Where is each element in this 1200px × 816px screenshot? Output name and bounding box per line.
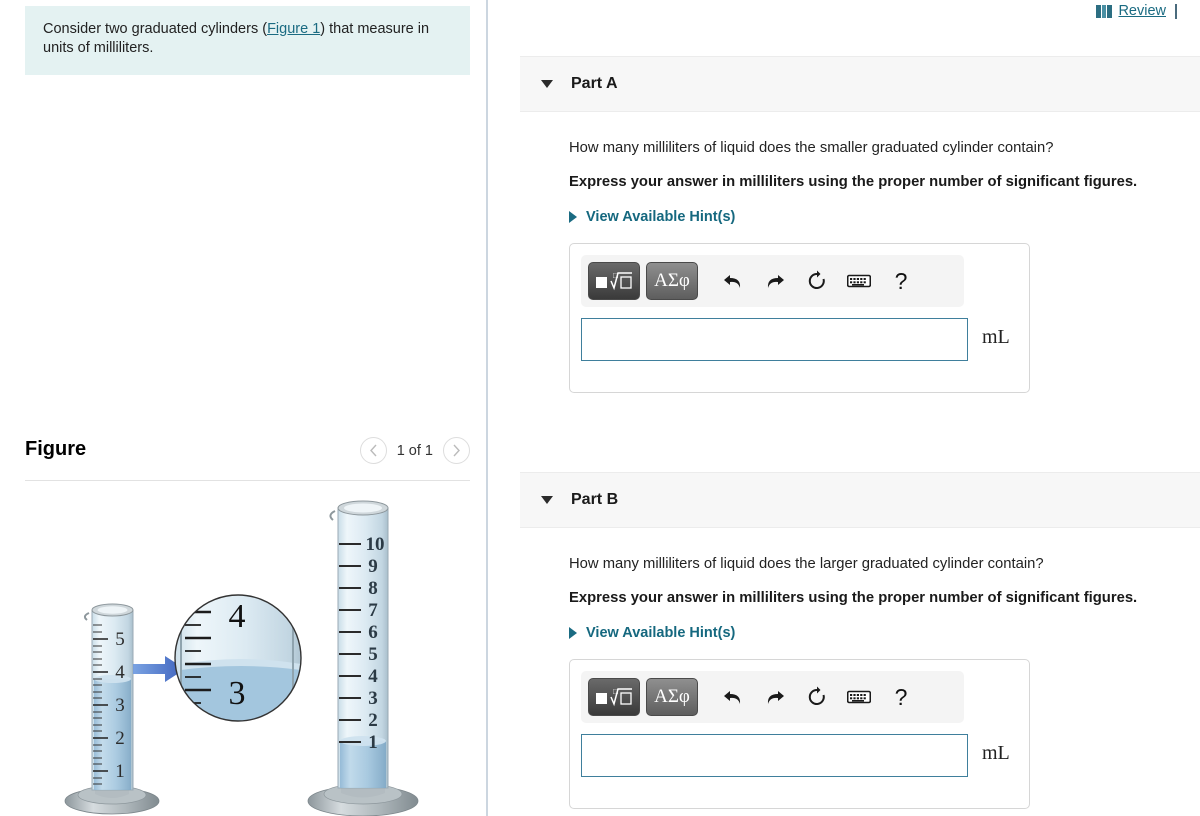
part-b-hints-label: View Available Hint(s) [586,625,736,641]
book-icon [1096,4,1113,18]
large-tick-label: 5 [368,644,378,665]
small-tick-label: 1 [115,761,125,782]
nth-root-icon: □ [596,687,632,707]
reset-circular-arrow-icon [808,686,825,705]
undo-button[interactable] [716,264,750,298]
greek-symbols-button[interactable]: ΑΣφ [646,262,698,300]
figure-prev-button[interactable] [359,437,387,464]
problem-intro-text: Consider two graduated cylinders (Figure… [43,20,452,58]
large-cylinder: 10 9 8 7 6 5 4 3 2 1 [307,500,419,816]
part-b-toolbar: □ ΑΣφ ? [581,671,964,723]
header-overflow-item[interactable] [1186,4,1200,18]
cylinders-illustration: 5 4 3 2 1 4 3 10 9 8 7 6 5 4 3 2 1 [64,500,419,816]
large-tick-label: 7 [368,600,378,621]
graduated-cylinders-figure: 5 4 3 2 1 4 3 10 9 8 7 6 5 4 3 2 1 [25,486,470,816]
reset-circular-arrow-icon [808,270,825,289]
large-tick-label: 1 [368,732,378,753]
part-a-toolbar: □ ΑΣφ ? [581,255,964,307]
part-a-unit-label: mL [982,326,1010,348]
magnifier-inset: 4 3 [174,594,302,722]
caret-right-icon [569,627,577,639]
review-bar: Review [1096,0,1200,22]
keyboard-icon [847,690,871,704]
reset-button[interactable] [800,680,834,714]
part-b-label: Part B [571,491,619,508]
undo-button[interactable] [716,680,750,714]
reset-button[interactable] [800,264,834,298]
part-a-hints-label: View Available Hint(s) [586,209,736,225]
small-tick-label: 3 [115,695,125,716]
math-template-button[interactable]: □ [588,678,640,716]
page-root: Consider two graduated cylinders (Figure… [0,0,1200,816]
part-a-body: How many milliliters of liquid does the … [488,138,1200,393]
large-tick-label: 10 [366,534,385,555]
greek-symbols-button[interactable]: ΑΣφ [646,678,698,716]
left-panel: Consider two graduated cylinders (Figure… [0,0,487,816]
caret-right-icon [569,211,577,223]
redo-button[interactable] [758,264,792,298]
chevron-left-icon [369,444,377,457]
figure-pagination: 1 of 1 [359,437,470,464]
part-b-body: How many milliliters of liquid does the … [488,554,1200,809]
magnifier-upper-label: 4 [229,598,246,635]
large-tick-label: 3 [368,688,378,709]
small-cylinder: 5 4 3 2 1 [64,603,160,815]
redo-arrow-icon [767,691,784,704]
problem-intro-box: Consider two graduated cylinders (Figure… [25,6,470,75]
part-a-question: How many milliliters of liquid does the … [569,140,1054,156]
figure-next-button[interactable] [443,437,470,464]
help-button[interactable]: ? [884,680,918,714]
part-a-hints-toggle[interactable]: View Available Hint(s) [569,209,735,225]
magnifier-lower-label: 3 [229,675,246,712]
right-panel: Review Part A How many milliliters of li… [488,0,1200,816]
part-a-label: Part A [571,75,618,92]
keyboard-icon [847,274,871,288]
redo-arrow-icon [767,275,784,288]
part-a-answer-card: □ ΑΣφ ? mL [569,243,1030,393]
undo-arrow-icon [724,691,741,704]
keyboard-button[interactable] [842,680,876,714]
figure-header: Figure 1 of 1 [25,432,470,480]
review-link[interactable]: Review [1118,3,1166,19]
part-b-instruction: Express your answer in milliliters using… [569,590,1138,606]
part-a-collapse-caret[interactable] [541,80,553,88]
part-b-question: How many milliliters of liquid does the … [569,556,1044,572]
part-a-answer-input[interactable] [581,318,968,361]
redo-button[interactable] [758,680,792,714]
figure-title: Figure [25,438,87,460]
large-tick-label: 6 [368,622,378,643]
large-tick-label: 9 [368,556,378,577]
intro-text-before: Consider two graduated cylinders ( [43,21,268,37]
help-button[interactable]: ? [884,264,918,298]
math-template-button[interactable]: □ [588,262,640,300]
part-b-unit-label: mL [982,742,1010,764]
part-a-instruction: Express your answer in milliliters using… [569,174,1138,190]
chevron-right-icon [453,444,460,457]
part-b-answer-card: □ ΑΣφ ? mL [569,659,1030,809]
figure-1-link[interactable]: Figure 1 [267,21,320,37]
large-tick-label: 8 [368,578,378,599]
part-a-header[interactable]: Part A [520,56,1200,112]
part-b-collapse-caret[interactable] [541,496,553,504]
header-separator [1175,3,1177,19]
part-b-answer-input[interactable] [581,734,968,777]
keyboard-button[interactable] [842,264,876,298]
part-b-header[interactable]: Part B [520,472,1200,528]
small-tick-label: 4 [115,662,125,683]
large-tick-label: 2 [368,710,378,731]
large-tick-label: 4 [368,666,378,687]
undo-arrow-icon [724,275,741,288]
figure-page-count: 1 of 1 [396,442,433,459]
part-b-hints-toggle[interactable]: View Available Hint(s) [569,625,735,641]
figure-divider [25,480,470,481]
small-tick-label: 2 [115,728,125,749]
nth-root-icon: □ [596,271,632,291]
small-tick-label: 5 [115,629,125,650]
